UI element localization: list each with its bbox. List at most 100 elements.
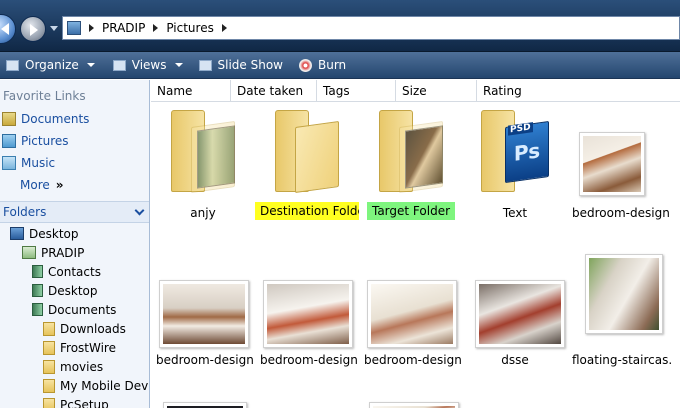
disc-icon	[298, 58, 312, 72]
organize-icon	[6, 59, 19, 71]
favorite-links-heading: Favorite Links	[3, 89, 86, 103]
tree-node-label: Documents	[48, 302, 117, 317]
user-folder-icon	[22, 246, 36, 259]
back-button[interactable]	[0, 14, 16, 44]
tree-node-contacts[interactable]: Contacts	[0, 262, 149, 281]
breadcrumb-separator-icon[interactable]	[153, 24, 159, 32]
ps-logo-text: Ps	[513, 138, 541, 166]
item-label: Text	[502, 206, 528, 220]
chevron-down-icon	[86, 63, 95, 67]
burn-label: Burn	[317, 58, 347, 72]
tree-node-desktop[interactable]: Desktop	[0, 224, 149, 243]
image-thumbnail	[159, 280, 249, 348]
favorite-music[interactable]: Music	[0, 152, 149, 174]
image-thumbnail	[579, 132, 645, 196]
image-thumbnail	[367, 280, 457, 348]
slideshow-button[interactable]: Slide Show	[193, 54, 289, 76]
burn-button[interactable]: Burn	[293, 54, 352, 76]
item-label: dsse	[501, 353, 529, 367]
folder-tree: Desktop PRADIP Contacts Desktop Document…	[0, 224, 149, 408]
tree-node-label: FrostWire	[60, 340, 116, 355]
views-button[interactable]: Views	[107, 54, 189, 76]
organize-button[interactable]: Organize	[0, 54, 101, 76]
forward-button[interactable]	[20, 16, 46, 42]
folder-icon	[275, 104, 341, 194]
list-item[interactable]: floating-staircas...	[567, 252, 671, 372]
favorite-label: Pictures	[21, 134, 69, 148]
item-label: bedroom-design...	[364, 353, 463, 367]
tree-node-label: My Mobile Devi	[60, 378, 150, 393]
folders-heading: Folders	[3, 205, 47, 219]
favorite-pictures[interactable]: Pictures	[0, 130, 149, 152]
recent-pages-dropdown[interactable]	[50, 26, 58, 31]
breadcrumb-separator-icon[interactable]	[221, 24, 227, 32]
tree-node-movies[interactable]: movies	[0, 357, 149, 376]
desktop-folder-icon	[32, 284, 43, 297]
more-label: More	[20, 178, 50, 192]
list-item[interactable]: bedroom-design...	[359, 252, 463, 372]
list-item[interactable]: dsse	[463, 252, 567, 372]
image-thumbnail[interactable]	[369, 402, 459, 408]
tree-node-label: Desktop	[48, 283, 98, 298]
pictures-icon	[2, 134, 16, 148]
tree-node-downloads[interactable]: Downloads	[0, 319, 149, 338]
more-links[interactable]: More »	[0, 174, 149, 196]
folder-icon	[43, 340, 55, 355]
list-item[interactable]: bedroom-design...	[151, 252, 255, 372]
tree-node-frostwire[interactable]: FrostWire	[0, 338, 149, 357]
command-bar: Organize Views Slide Show Burn	[0, 52, 680, 79]
favorite-documents[interactable]: Documents	[0, 108, 149, 130]
column-rating[interactable]: Rating	[477, 80, 680, 102]
list-item[interactable]: PSD Ps Text	[463, 102, 567, 222]
folder-icon	[43, 397, 55, 408]
tree-node-label: movies	[60, 359, 104, 374]
column-date-taken[interactable]: Date taken	[231, 80, 317, 102]
organize-label: Organize	[25, 58, 79, 72]
chevron-down-icon	[174, 63, 183, 67]
image-thumbnail	[475, 280, 565, 348]
list-item[interactable]: anjy	[151, 102, 255, 222]
chevron-down-icon[interactable]	[134, 205, 145, 216]
folder-icon: PSD Ps	[481, 104, 549, 192]
tree-node-pcsetup[interactable]: PcSetup	[0, 395, 149, 408]
views-icon	[112, 59, 126, 71]
folder-icon	[379, 104, 445, 194]
breadcrumb-pictures[interactable]: Pictures	[166, 21, 214, 35]
list-item[interactable]: bedroom-design...	[567, 102, 671, 222]
column-name[interactable]: Name	[151, 80, 231, 102]
desktop-icon	[10, 227, 24, 240]
slideshow-icon	[198, 59, 212, 71]
tree-node-label: Contacts	[48, 264, 101, 279]
views-label: Views	[131, 58, 167, 72]
address-box[interactable]: PRADIP Pictures	[62, 16, 680, 40]
tree-node-label: Downloads	[60, 321, 126, 336]
breadcrumb-separator-icon[interactable]	[89, 24, 94, 32]
image-thumbnail[interactable]	[163, 402, 247, 408]
file-list: anjy Destination Folder Target Folder PS…	[151, 102, 680, 408]
column-size[interactable]: Size	[396, 80, 477, 102]
folder-icon	[171, 104, 237, 194]
folder-icon	[43, 321, 55, 336]
tree-node-documents[interactable]: Documents	[0, 300, 149, 319]
item-label: anjy	[190, 206, 216, 220]
music-icon	[2, 156, 16, 170]
double-chevron-icon: »	[55, 178, 64, 192]
tree-node-pradip[interactable]: PRADIP	[0, 243, 149, 262]
computer-icon	[67, 21, 81, 35]
folders-header[interactable]: Folders	[0, 201, 149, 223]
list-item[interactable]: Destination Folder	[255, 102, 359, 222]
item-label: Target Folder	[366, 202, 456, 220]
list-item[interactable]: Target Folder	[359, 102, 463, 222]
navigation-pane: Favorite Links Documents Pictures Music …	[0, 80, 150, 408]
breadcrumb-pradip[interactable]: PRADIP	[102, 21, 145, 35]
list-item[interactable]: bedroom-design...	[255, 252, 359, 372]
documents-folder-icon	[32, 303, 43, 316]
item-label: bedroom-design...	[260, 353, 359, 367]
documents-icon	[2, 112, 16, 126]
forward-arrow-icon	[30, 24, 38, 36]
psd-badge: PSD	[508, 122, 533, 136]
column-tags[interactable]: Tags	[317, 80, 396, 102]
tree-node-my-mobile-devi[interactable]: My Mobile Devi	[0, 376, 149, 395]
folder-icon	[43, 378, 55, 393]
tree-node-desktop-2[interactable]: Desktop	[0, 281, 149, 300]
